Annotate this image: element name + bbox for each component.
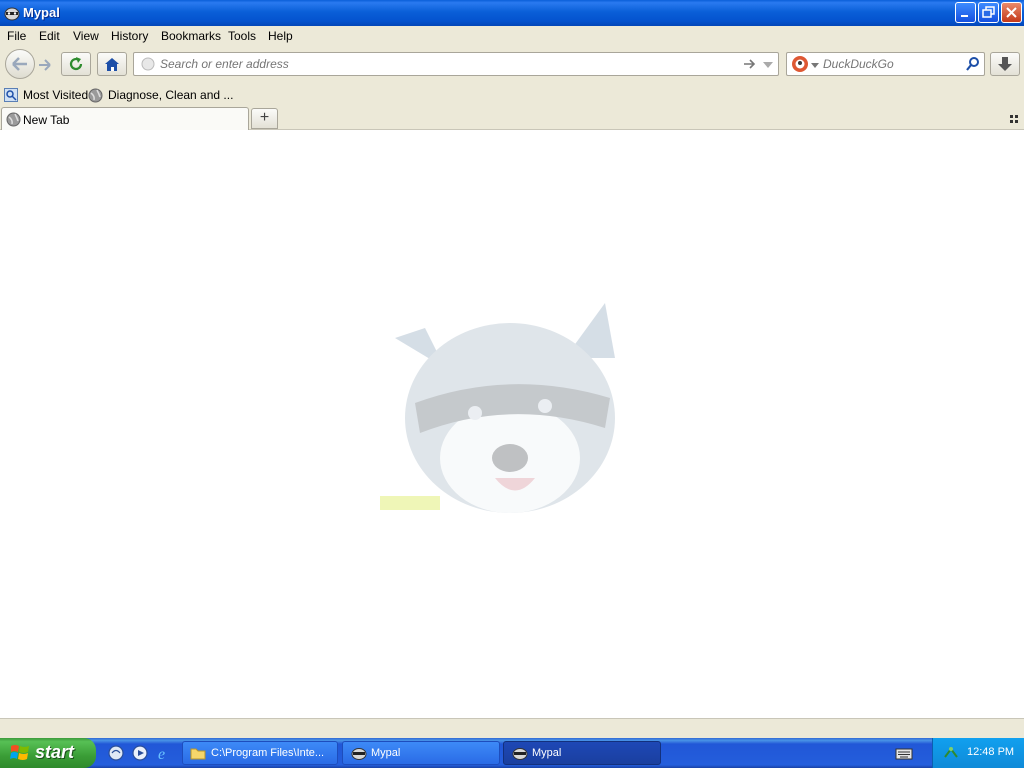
tab-groups-icon[interactable] (1009, 114, 1019, 124)
menu-view[interactable]: View (73, 29, 99, 43)
bookmark-label: Diagnose, Clean and ... (108, 88, 234, 102)
windows-logo-icon (10, 745, 29, 760)
globe-icon (88, 88, 103, 102)
search-bar[interactable] (786, 52, 985, 76)
bookmark-most-visited[interactable]: Most Visited (4, 87, 88, 103)
downloads-button[interactable] (990, 52, 1020, 76)
bookmark-diagnose[interactable]: Diagnose, Clean and ... (88, 87, 233, 103)
home-icon (105, 58, 119, 71)
title-bar: Mypal (0, 0, 1024, 26)
clock: 12:48 PM (967, 746, 1015, 758)
page-content (0, 130, 1024, 718)
back-arrow-icon (12, 57, 27, 71)
menu-help[interactable]: Help (268, 29, 293, 43)
taskbar-item-mypal[interactable]: Mypal (342, 741, 500, 765)
media-player-icon[interactable] (132, 745, 148, 761)
restore-icon (982, 6, 995, 18)
keyboard-icon[interactable] (895, 747, 913, 761)
tab-strip: New Tab + (0, 106, 1024, 130)
forward-arrow-icon (39, 59, 51, 71)
minimize-icon (961, 15, 968, 17)
globe-icon (141, 57, 155, 71)
task-label: Mypal (371, 747, 401, 759)
download-icon (998, 57, 1012, 71)
task-label: C:\Program Files\Inte... (211, 747, 325, 759)
tab-label: New Tab (23, 113, 70, 127)
taskbar-item-mypal-active[interactable]: Mypal (503, 741, 661, 765)
taskbar: start e C:\Program Files\Inte... Mypal M… (0, 738, 1024, 768)
reload-icon (69, 57, 83, 71)
close-icon (1006, 7, 1017, 18)
globe-icon (6, 112, 21, 127)
menu-bar: File Edit View History Bookmarks Tools H… (0, 26, 1024, 46)
menu-bookmarks[interactable]: Bookmarks (161, 29, 221, 43)
raccoon-watermark-image (380, 303, 615, 513)
minimize-button[interactable] (955, 2, 976, 23)
folder-icon (190, 748, 206, 760)
network-icon[interactable] (943, 745, 959, 761)
taskbar-item-folder[interactable]: C:\Program Files\Inte... (182, 741, 338, 765)
nav-toolbar (0, 46, 1024, 84)
raccoon-icon (351, 748, 367, 760)
duckduckgo-icon[interactable] (791, 55, 809, 73)
go-arrow-icon[interactable] (742, 57, 756, 71)
raccoon-icon (512, 748, 528, 760)
menu-tools[interactable]: Tools (228, 29, 256, 43)
bookmark-label: Most Visited (23, 88, 89, 102)
restore-button[interactable] (978, 2, 999, 23)
forward-button[interactable] (35, 55, 55, 75)
task-label: Mypal (532, 747, 562, 759)
search-icon[interactable] (965, 56, 981, 72)
reload-button[interactable] (61, 52, 91, 76)
window-title: Mypal (23, 5, 60, 20)
home-button[interactable] (97, 52, 127, 76)
search-input[interactable] (823, 57, 958, 71)
chevron-down-icon (811, 63, 819, 68)
menu-edit[interactable]: Edit (39, 29, 60, 43)
bookmarks-toolbar: Most Visited Diagnose, Clean and ... (0, 84, 1024, 106)
dropdown-icon[interactable] (761, 58, 775, 72)
tab-new-tab[interactable]: New Tab (1, 107, 249, 130)
back-button[interactable] (5, 49, 35, 79)
address-bar[interactable] (133, 52, 779, 76)
system-tray: 12:48 PM (932, 738, 1024, 768)
status-bar (0, 718, 1024, 738)
internet-explorer-icon[interactable]: e (156, 745, 172, 761)
start-button[interactable]: start (0, 738, 96, 768)
quicklaunch-browser-icon[interactable] (108, 745, 124, 761)
svg-text:e: e (158, 746, 165, 761)
plus-icon: + (259, 109, 270, 126)
raccoon-icon (4, 7, 20, 21)
close-button[interactable] (1001, 2, 1022, 23)
menu-file[interactable]: File (7, 29, 26, 43)
most-visited-icon (4, 88, 18, 102)
new-tab-button[interactable]: + (251, 108, 278, 129)
address-input[interactable] (160, 57, 730, 71)
start-label: start (35, 742, 75, 762)
menu-history[interactable]: History (111, 29, 148, 43)
